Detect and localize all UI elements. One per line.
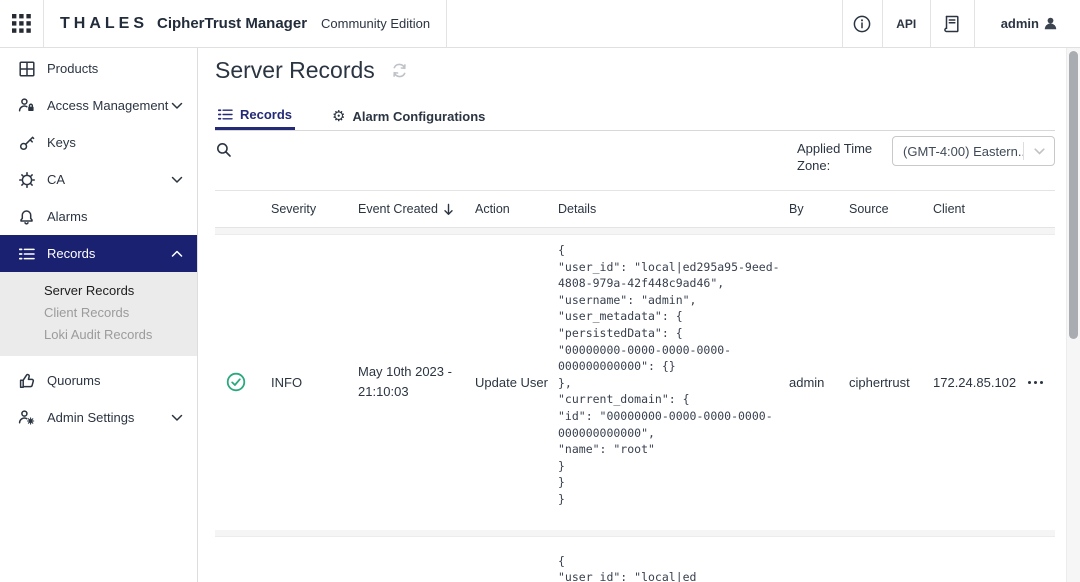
- sidebar-item-alarms[interactable]: Alarms: [0, 198, 197, 235]
- table-header-row: Severity Event Created Action Details By…: [215, 190, 1055, 228]
- action-cell: Update User: [475, 375, 558, 390]
- column-header-by[interactable]: By: [789, 202, 849, 216]
- sidebar-item-label: Admin Settings: [47, 410, 134, 425]
- timezone-label: Applied Time Zone:: [797, 136, 879, 174]
- list-icon: [218, 108, 233, 121]
- api-link[interactable]: API: [882, 0, 930, 47]
- sidebar-item-quorums[interactable]: Quorums: [0, 362, 197, 399]
- grid-icon: [18, 60, 35, 77]
- refresh-icon: [391, 62, 408, 79]
- severity-cell: INFO: [271, 375, 358, 390]
- sidebar: Products Access Management: [0, 48, 198, 582]
- records-table: Severity Event Created Action Details By…: [215, 190, 1055, 582]
- source-cell: ciphertrust: [849, 375, 933, 390]
- user-lock-icon: [18, 97, 35, 114]
- sidebar-item-label: Records: [47, 246, 95, 261]
- gear-icon: ⚙: [332, 109, 345, 124]
- sidebar-subitem-loki-audit-records[interactable]: Loki Audit Records: [0, 324, 197, 346]
- vertical-scrollbar[interactable]: [1066, 48, 1080, 582]
- chevron-up-icon: [171, 250, 183, 258]
- sidebar-item-label: Keys: [47, 135, 76, 150]
- filter-row: Applied Time Zone: (GMT-4:00) Eastern...: [215, 132, 1055, 189]
- sidebar-item-label: Access Management: [47, 98, 168, 113]
- page-title: Server Records: [215, 57, 375, 84]
- chevron-down-icon: [171, 176, 183, 184]
- event-created-cell: May 10th 2023 - 21:10:03: [358, 362, 475, 402]
- timezone-value: (GMT-4:00) Eastern...: [893, 144, 1023, 159]
- sidebar-subitem-server-records[interactable]: Server Records: [0, 280, 197, 302]
- product-name: CipherTrust Manager: [157, 15, 307, 32]
- timezone-select[interactable]: (GMT-4:00) Eastern...: [892, 136, 1055, 166]
- sidebar-item-label: Quorums: [47, 373, 100, 388]
- sidebar-item-label: Products: [47, 61, 98, 76]
- certificate-seal-icon: [18, 171, 35, 188]
- sidebar-item-label: Alarms: [47, 209, 87, 224]
- thales-logo: THALES: [60, 15, 148, 33]
- info-button[interactable]: [842, 0, 882, 47]
- column-header-details[interactable]: Details: [558, 202, 789, 216]
- check-circle-icon: [226, 372, 246, 392]
- details-cell: { "user_id": "local|ed: [558, 537, 789, 582]
- topbar-actions: API admin: [842, 0, 1080, 47]
- table-row[interactable]: INFO May 10th 2023 - 21:10:03 Update Use…: [215, 235, 1055, 530]
- sidebar-item-keys[interactable]: Keys: [0, 124, 197, 161]
- search-button[interactable]: [216, 142, 232, 163]
- tab-label: Alarm Configurations: [352, 109, 485, 124]
- column-header-severity[interactable]: Severity: [271, 202, 358, 216]
- scrollbar-thumb[interactable]: [1069, 51, 1078, 339]
- tab-alarm-configurations[interactable]: ⚙ Alarm Configurations: [329, 102, 488, 130]
- user-name: admin: [1001, 16, 1039, 31]
- chevron-down-icon: [1024, 148, 1054, 155]
- row-gutter: [215, 228, 1055, 235]
- sidebar-item-products[interactable]: Products: [0, 50, 197, 87]
- top-header: THALES CipherTrust Manager Community Edi…: [0, 0, 1080, 48]
- main-content: Server Records Records ⚙: [198, 48, 1080, 582]
- column-header-client[interactable]: Client: [933, 202, 1026, 216]
- refresh-button[interactable]: [391, 62, 408, 79]
- row-gutter: [215, 530, 1055, 537]
- details-cell: { "user_id": "local|ed295a95-9eed- 4808-…: [558, 235, 789, 530]
- edition-label: Community Edition: [321, 16, 430, 31]
- row-actions-menu-button[interactable]: [1026, 375, 1055, 390]
- severity-status-icon-cell: [215, 372, 271, 392]
- tab-label: Records: [240, 107, 292, 122]
- sidebar-subitem-client-records[interactable]: Client Records: [0, 302, 197, 324]
- tab-bar: Records ⚙ Alarm Configurations: [215, 102, 1055, 131]
- user-menu[interactable]: admin: [974, 0, 1080, 47]
- column-header-source[interactable]: Source: [849, 202, 933, 216]
- info-icon: [852, 14, 872, 34]
- sidebar-item-access-management[interactable]: Access Management: [0, 87, 197, 124]
- api-label: API: [896, 17, 916, 31]
- book-icon: [943, 14, 961, 34]
- waffle-icon: [12, 14, 31, 33]
- user-gear-icon: [18, 409, 35, 426]
- sort-desc-icon: [443, 203, 454, 216]
- thumbs-up-icon: [18, 372, 35, 389]
- brand-block[interactable]: THALES CipherTrust Manager Community Edi…: [44, 0, 447, 47]
- table-row[interactable]: { "user_id": "local|ed: [215, 537, 1055, 582]
- records-submenu: Server Records Client Records Loki Audit…: [0, 272, 197, 356]
- search-icon: [216, 142, 232, 158]
- key-icon: [18, 134, 35, 151]
- chevron-down-icon: [171, 414, 183, 422]
- docs-button[interactable]: [930, 0, 974, 47]
- column-header-event-created[interactable]: Event Created: [358, 202, 475, 216]
- app-launcher-button[interactable]: [0, 0, 44, 47]
- sidebar-item-admin-settings[interactable]: Admin Settings: [0, 399, 197, 436]
- client-cell: 172.24.85.102: [933, 375, 1026, 390]
- bell-icon: [18, 208, 35, 225]
- user-icon: [1043, 16, 1058, 31]
- sidebar-item-label: CA: [47, 172, 65, 187]
- tab-records[interactable]: Records: [215, 102, 295, 130]
- by-cell: admin: [789, 375, 849, 390]
- sidebar-item-ca[interactable]: CA: [0, 161, 197, 198]
- chevron-down-icon: [171, 102, 183, 110]
- list-icon: [18, 245, 35, 262]
- column-header-action[interactable]: Action: [475, 202, 558, 216]
- sidebar-item-records[interactable]: Records: [0, 235, 197, 272]
